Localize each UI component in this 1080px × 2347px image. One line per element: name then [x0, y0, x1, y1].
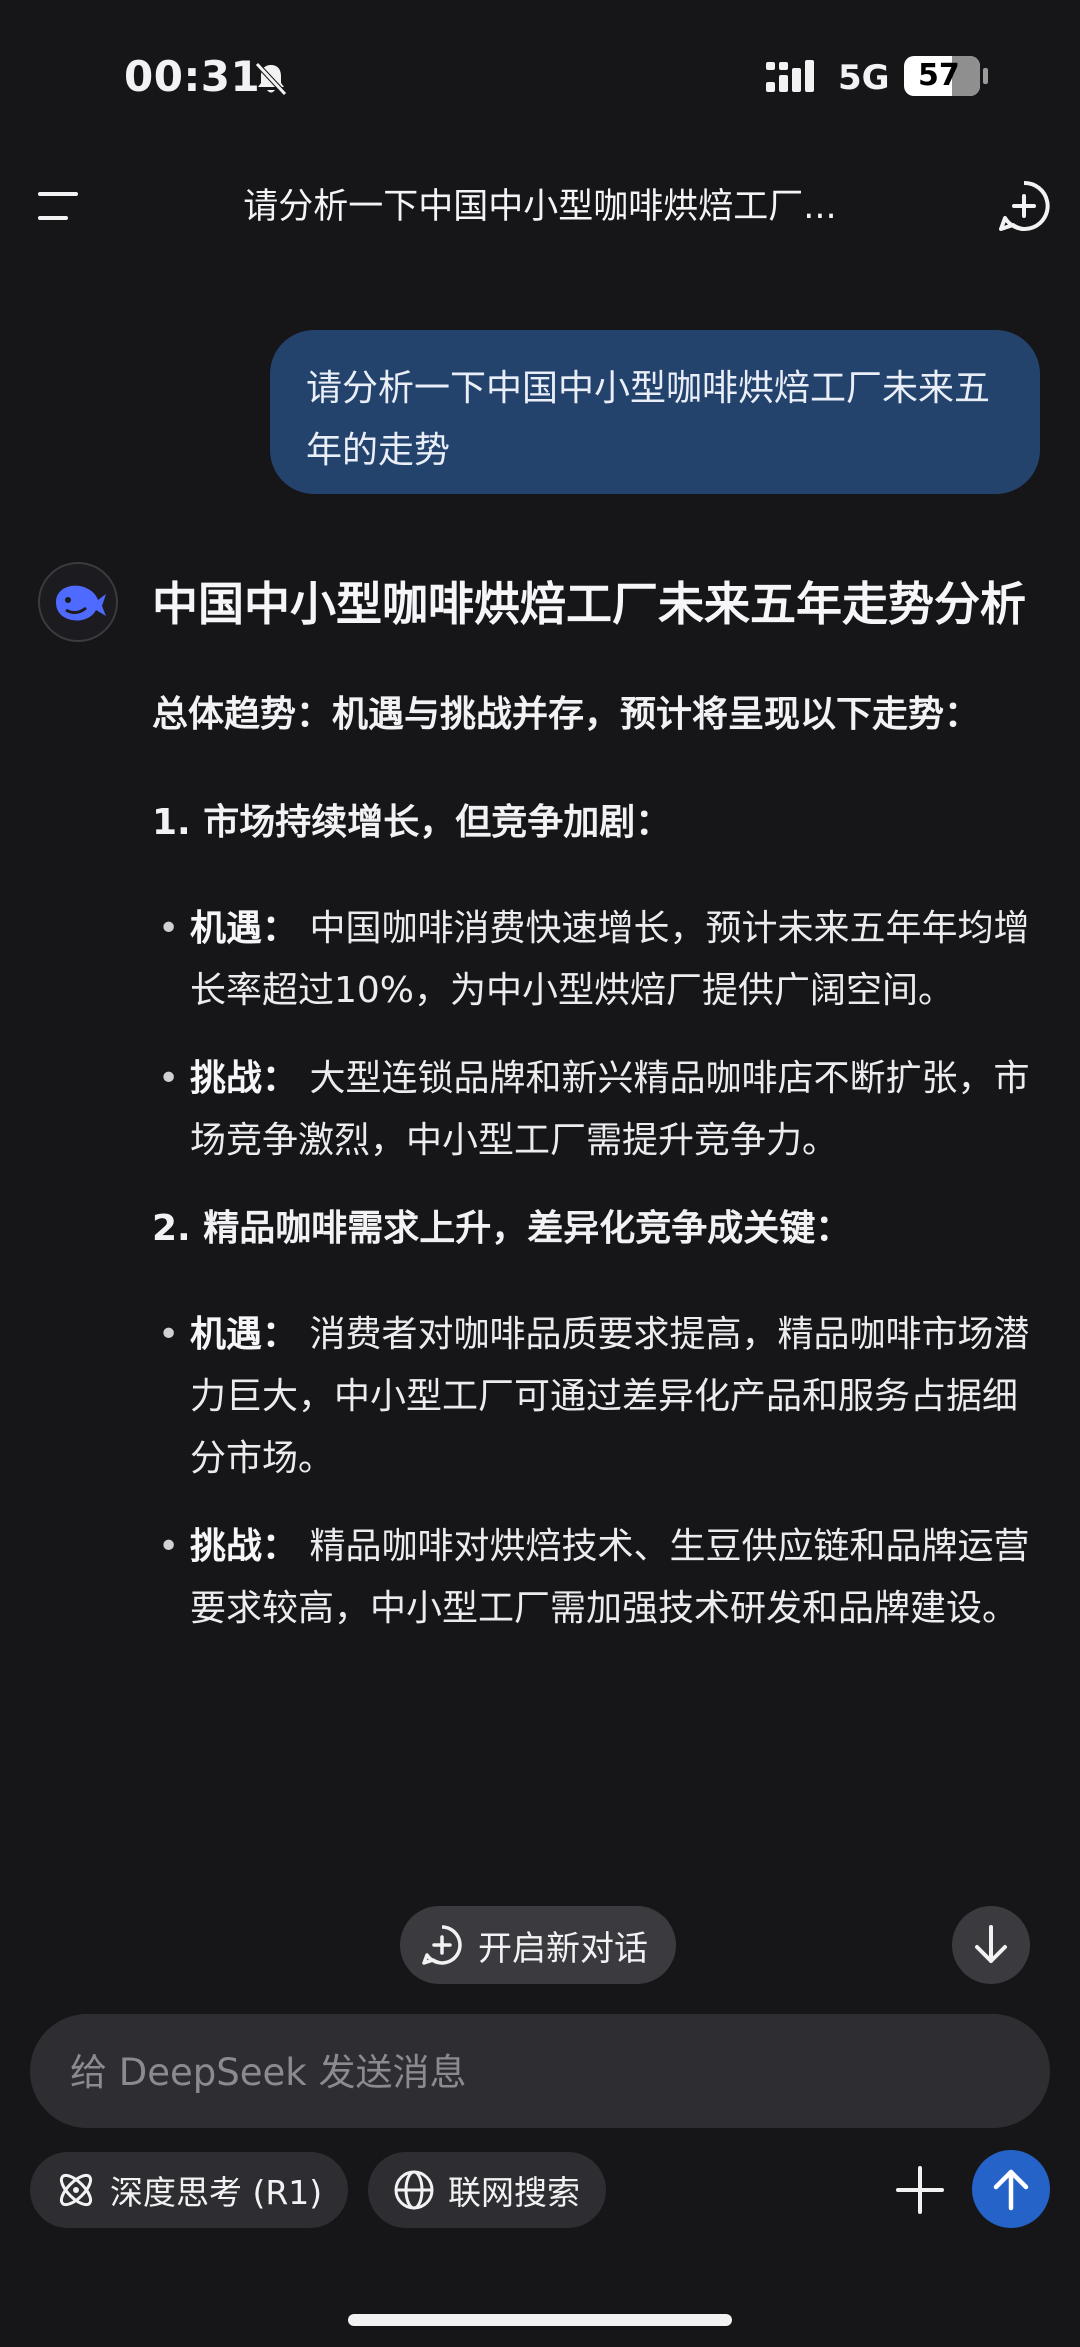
list-item: 挑战： 大型连锁品牌和新兴精品咖啡店不断扩张，市场竞争激烈，中小型工厂需提升竞争… [152, 1048, 1042, 1172]
item-label: 机遇： [190, 908, 299, 949]
status-time: 00:31 [124, 52, 261, 101]
globe-icon [394, 2170, 434, 2210]
conversation-title[interactable]: 请分析一下中国中小型咖啡烘焙工厂... [180, 178, 900, 229]
answer-title: 中国中小型咖啡烘焙工厂未来五年走势分析 [152, 577, 1026, 631]
user-message-bubble[interactable]: 请分析一下中国中小型咖啡烘焙工厂未来五年的走势 [270, 330, 1040, 494]
send-arrow-icon [993, 2169, 1029, 2211]
item-text: 中国咖啡消费快速增长，预计未来五年年均增长率超过10%，为中小型烘焙厂提供广阔空… [190, 908, 1030, 1011]
deepseek-whale-icon [56, 585, 106, 621]
network-type: 5G [838, 58, 890, 98]
new-conversation-button[interactable]: 开启新对话 [400, 1906, 676, 1984]
section-heading: 2. 精品咖啡需求上升，差异化竞争成关键： [152, 1208, 852, 1249]
item-text: 消费者对咖啡品质要求提高，精品咖啡市场潜力巨大，中小型工厂可通过差异化产品和服务… [190, 1314, 1030, 1479]
new-chat-icon[interactable] [996, 178, 1052, 234]
deep-think-label: 深度思考 (R1) [110, 2173, 323, 2212]
deep-think-button[interactable]: 深度思考 (R1) [30, 2152, 349, 2228]
item-text: 大型连锁品牌和新兴精品咖啡店不断扩张，市场竞争激烈，中小型工厂需提升竞争力。 [190, 1058, 1030, 1161]
item-label: 挑战： [190, 1526, 299, 1567]
menu-icon[interactable] [36, 188, 80, 224]
assistant-avatar [38, 562, 118, 642]
section-list: 机遇： 消费者对咖啡品质要求提高，精品咖啡市场潜力巨大，中小型工厂可通过差异化产… [152, 1304, 1042, 1640]
item-label: 挑战： [190, 1058, 299, 1099]
message-input[interactable] [68, 2014, 1012, 2130]
battery-level: 57 [918, 58, 960, 93]
scroll-to-bottom-button[interactable] [952, 1906, 1030, 1984]
top-bar: 请分析一下中国中小型咖啡烘焙工厂... [0, 160, 1080, 250]
list-item: 挑战： 精品咖啡对烘焙技术、生豆供应链和品牌运营要求较高，中小型工厂需加强技术研… [152, 1516, 1042, 1640]
send-button[interactable] [972, 2150, 1050, 2228]
item-text: 精品咖啡对烘焙技术、生豆供应链和品牌运营要求较高，中小型工厂需加强技术研发和品牌… [190, 1526, 1030, 1629]
bell-muted-icon [255, 62, 287, 96]
new-conversation-label: 开启新对话 [478, 1928, 648, 1969]
list-item: 机遇： 中国咖啡消费快速增长，预计未来五年年均增长率超过10%，为中小型烘焙厂提… [152, 898, 1042, 1022]
arrow-down-icon [975, 1925, 1007, 1963]
web-search-label: 联网搜索 [448, 2173, 580, 2212]
item-label: 机遇： [190, 1314, 299, 1355]
section-list: 机遇： 中国咖啡消费快速增长，预计未来五年年均增长率超过10%，为中小型烘焙厂提… [152, 898, 1042, 1172]
signal-icon [766, 60, 814, 92]
home-indicator[interactable] [348, 2314, 732, 2326]
atom-icon [59, 2173, 93, 2207]
web-search-button[interactable]: 联网搜索 [368, 2152, 606, 2228]
list-item: 机遇： 消费者对咖啡品质要求提高，精品咖啡市场潜力巨大，中小型工厂可通过差异化产… [152, 1304, 1042, 1490]
message-composer [30, 2014, 1050, 2130]
answer-summary: 总体趋势：机遇与挑战并存，预计将呈现以下走势： [152, 694, 981, 735]
battery-icon: 57 [904, 56, 988, 96]
section-heading: 1. 市场持续增长，但竞争加剧： [152, 802, 672, 843]
new-chat-plus-icon [422, 1925, 462, 1965]
status-bar: 00:31 5G 57 [0, 0, 1080, 160]
assistant-message: 中国中小型咖啡烘焙工厂未来五年走势分析 总体趋势：机遇与挑战并存，预计将呈现以下… [152, 570, 1042, 1666]
plus-icon[interactable] [890, 2160, 950, 2220]
